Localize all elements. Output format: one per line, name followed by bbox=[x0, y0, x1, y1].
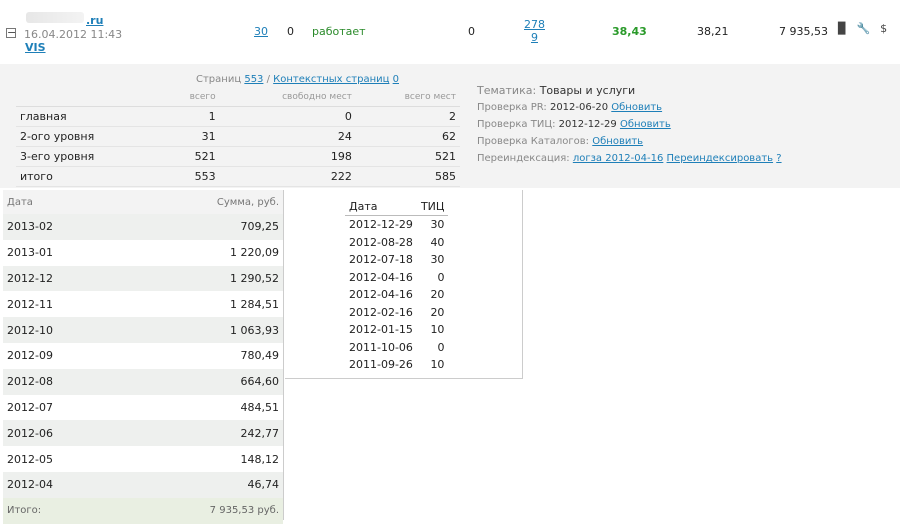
site-tag-link[interactable]: VIS bbox=[25, 41, 46, 54]
table-row: 2012-06 242,77 bbox=[3, 420, 283, 447]
bar-chart-icon[interactable]: ▉ bbox=[838, 22, 846, 35]
total-sum: 7 935,53 bbox=[779, 25, 828, 38]
tic-history-panel: Дата ТИЦ 2012-12-29 30 2012-08-28 40 2012-… bbox=[285, 190, 523, 379]
update-tic-link[interactable]: Обновить bbox=[620, 119, 671, 130]
price-value-2: 38,21 bbox=[697, 25, 729, 38]
collapse-toggle-icon[interactable]: − bbox=[6, 27, 16, 38]
ctx-pages-count-link[interactable]: 0 bbox=[393, 74, 399, 85]
col-header: Дата bbox=[345, 198, 417, 216]
pages-table: всего свободно мест всего мест главная 1 0… bbox=[16, 88, 460, 187]
col-header: Сумма, руб. bbox=[118, 190, 283, 214]
table-row: 2013-02 709,25 bbox=[3, 214, 283, 240]
tic-history-table: Дата ТИЦ 2012-12-29 30 2012-08-28 40 2012-… bbox=[345, 198, 449, 374]
site-added-date: 16.04.2012 11:43 bbox=[24, 28, 123, 41]
fraction-bottom-link[interactable]: 9 bbox=[531, 31, 538, 44]
reindex-log-link[interactable]: логза 2012-04-16 bbox=[573, 153, 664, 164]
table-row: 3-его уровня 521 198 521 bbox=[16, 146, 460, 167]
table-row: 2012-04-16 20 bbox=[349, 288, 445, 302]
table-row: 2012-08 664,60 bbox=[3, 368, 283, 395]
table-row: главная 1 0 2 bbox=[16, 106, 460, 127]
table-row: 2012-07-18 30 bbox=[349, 253, 445, 267]
value-zero-2: 0 bbox=[468, 25, 475, 38]
table-row: 2012-04 46,74 bbox=[3, 471, 283, 498]
wrench-icon[interactable]: 🔧 bbox=[856, 22, 870, 35]
payments-table: Дата Сумма, руб. 2013-02 709,25 2013-01 1 … bbox=[3, 190, 284, 524]
price-value: 38,43 bbox=[612, 25, 647, 38]
table-row: 2012-05 148,12 bbox=[7, 452, 279, 466]
update-pr-link[interactable]: Обновить bbox=[611, 102, 662, 113]
table-row: 2012-07 484,51 bbox=[7, 400, 279, 414]
reindex-link[interactable]: Переиндексировать bbox=[667, 153, 774, 164]
pages-count-link[interactable]: 553 bbox=[244, 74, 263, 85]
status-text: работает bbox=[312, 25, 366, 38]
col-header: Дата bbox=[3, 190, 119, 214]
site-info: Тематика: Товары и услуги Проверка PR: 2… bbox=[477, 84, 782, 164]
table-row: 2013-01 1 220,09 bbox=[7, 246, 279, 260]
table-row: 2012-12-29 30 bbox=[349, 218, 445, 232]
col-header: всего мест bbox=[355, 88, 460, 107]
site-details-panel: Страниц 553 / Контекстных страниц 0 всег… bbox=[0, 64, 900, 188]
pages-label: Страниц bbox=[196, 74, 242, 85]
ctx-pages-link[interactable]: Контекстных страниц bbox=[273, 74, 389, 85]
table-row: 2011-09-26 10 bbox=[349, 358, 445, 372]
site-domain-link[interactable]: .ru bbox=[86, 14, 103, 27]
col-header: ТИЦ bbox=[416, 198, 449, 216]
fraction-top-link[interactable]: 278 bbox=[524, 18, 545, 31]
table-row: 2011-10-06 0 bbox=[349, 340, 445, 354]
col-header bbox=[16, 88, 161, 107]
action-icons: ▉ 🔧 $ bbox=[838, 22, 897, 35]
table-row: 2-ого уровня 31 24 62 bbox=[16, 126, 460, 147]
pages-summary: Страниц 553 / Контекстных страниц 0 bbox=[196, 74, 399, 85]
col-header: всего bbox=[160, 88, 220, 107]
table-row: 2012-04-16 0 bbox=[349, 270, 445, 284]
table-row: 2012-11 1 284,51 bbox=[7, 297, 279, 311]
table-row: 2012-09 780,49 bbox=[7, 349, 279, 363]
table-row: итого 553 222 585 bbox=[16, 166, 460, 187]
links-count-link[interactable]: 30 bbox=[254, 25, 268, 38]
value-zero: 0 bbox=[287, 25, 294, 38]
topic-value: Товары и услуги bbox=[539, 84, 636, 97]
table-row: 2012-10 1 063,93 bbox=[3, 317, 283, 343]
update-catalogs-link[interactable]: Обновить bbox=[592, 136, 643, 147]
dollar-icon[interactable]: $ bbox=[880, 22, 887, 35]
site-row: − .ru 16.04.2012 11:43 VIS 30 0 работает… bbox=[0, 0, 900, 64]
table-row: 2012-01-15 10 bbox=[349, 323, 445, 337]
table-row: 2012-12 1 290,52 bbox=[3, 265, 283, 292]
col-header: свободно мест bbox=[219, 88, 356, 107]
table-row: 2012-02-16 20 bbox=[349, 305, 445, 319]
site-name-blurred bbox=[26, 12, 84, 23]
fraction-links: 278 9 bbox=[524, 18, 545, 44]
table-row: 2012-08-28 40 bbox=[349, 235, 445, 249]
help-link[interactable]: ? bbox=[776, 153, 781, 164]
